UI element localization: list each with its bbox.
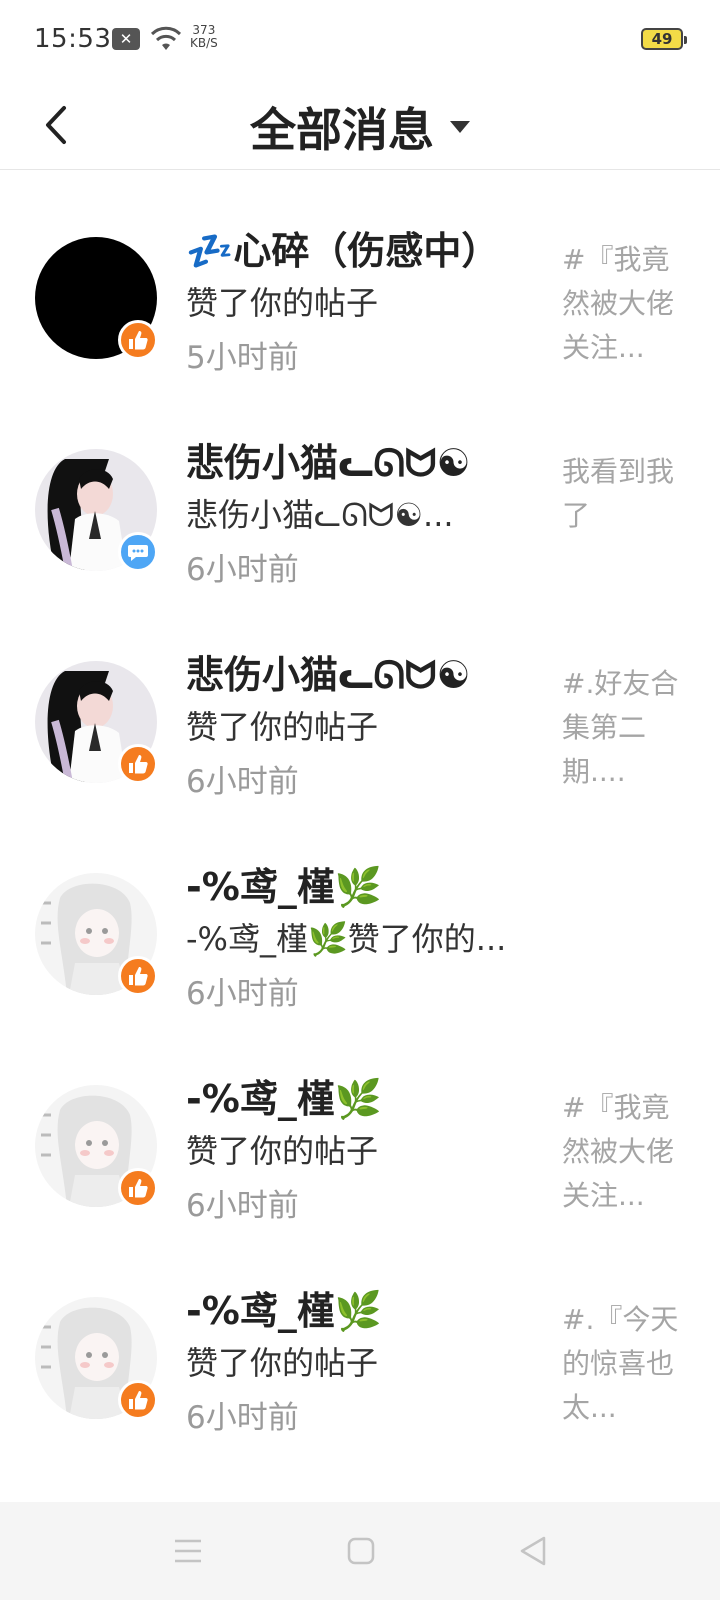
sender-name: -%鸢_槿🌿 [186,865,383,909]
message-list: 💤心碎（伤感中） 赞了你的帖子 5小时前 #『我竟然被大佬关注... 悲伤小猫ᓚ… [0,170,720,1442]
caret-down-icon [450,121,470,133]
status-bar: 15:53 ✕ 373 KB/S 49 [0,0,720,80]
triangle-back-icon [520,1536,546,1566]
message-item[interactable]: 悲伤小猫ᓚᘏᗢ☯ 赞了你的帖子 6小时前 #.好友合集第二期.... [0,594,720,806]
menu-icon [175,1539,201,1563]
battery-indicator: 49 [641,28,687,50]
header: 全部消息 [0,80,720,170]
post-preview[interactable]: #.好友合集第二期.... [562,662,692,794]
sender-name: -%鸢_槿🌿 [186,1289,383,1333]
message-time: 6小时前 [186,552,299,588]
screen: 15:53 ✕ 373 KB/S 49 全部消息 💤心碎（伤感中） 赞了你的帖子… [0,0,720,1600]
sender-name: 悲伤小猫ᓚᘏᗢ☯ [186,441,471,485]
message-item[interactable]: -%鸢_槿🌿 赞了你的帖子 6小时前 #.『今天的惊喜也太... [0,1230,720,1442]
message-action: -%鸢_槿🌿赞了你的... [186,920,507,958]
message-time: 6小时前 [186,1188,299,1224]
thumbs-up-icon [118,956,158,996]
sender-name: 悲伤小猫ᓚᘏᗢ☯ [186,653,471,697]
post-preview[interactable]: #.『今天的惊喜也太... [562,1298,692,1430]
square-icon [347,1537,375,1565]
message-time: 5小时前 [186,340,299,376]
wifi-icon [150,26,182,50]
thumbs-up-icon [118,1380,158,1420]
message-action: 赞了你的帖子 [186,708,379,746]
message-item[interactable]: 悲伤小猫ᓚᘏᗢ☯ 悲伤小猫ᓚᘏᗢ☯... 6小时前 我看到我了 [0,382,720,594]
post-preview[interactable]: #『我竟然被大佬关注... [562,1086,692,1218]
message-item[interactable]: -%鸢_槿🌿 -%鸢_槿🌿赞了你的... 6小时前 [0,806,720,1018]
sender-name: 💤心碎（伤感中） [186,229,500,273]
status-time: 15:53 [34,24,112,54]
thumbs-up-icon [118,744,158,784]
message-action: 赞了你的帖子 [186,1132,379,1170]
network-speed-unit: KB/S [190,36,218,50]
message-time: 6小时前 [186,976,299,1012]
thumbs-up-icon [118,320,158,360]
system-back-button[interactable] [510,1528,556,1574]
message-item[interactable]: -%鸢_槿🌿 赞了你的帖子 6小时前 #『我竟然被大佬关注... [0,1018,720,1230]
message-item[interactable]: 💤心碎（伤感中） 赞了你的帖子 5小时前 #『我竟然被大佬关注... [0,170,720,382]
sender-name: -%鸢_槿🌿 [186,1077,383,1121]
system-nav-bar [0,1502,720,1600]
post-preview[interactable]: 我看到我了 [562,450,692,538]
page-title: 全部消息 [250,103,434,157]
message-action: 赞了你的帖子 [186,1344,379,1382]
comment-icon [118,532,158,572]
home-button[interactable] [338,1528,384,1574]
notification-x-icon: ✕ [112,28,140,50]
network-speed: 373 KB/S [190,24,218,50]
post-preview[interactable]: #『我竟然被大佬关注... [562,238,692,370]
message-action: 悲伤小猫ᓚᘏᗢ☯... [186,496,454,534]
message-action: 赞了你的帖子 [186,284,379,322]
title-dropdown[interactable]: 全部消息 [0,94,720,160]
message-time: 6小时前 [186,764,299,800]
thumbs-up-icon [118,1168,158,1208]
message-time: 6小时前 [186,1400,299,1436]
menu-button[interactable] [165,1528,211,1574]
